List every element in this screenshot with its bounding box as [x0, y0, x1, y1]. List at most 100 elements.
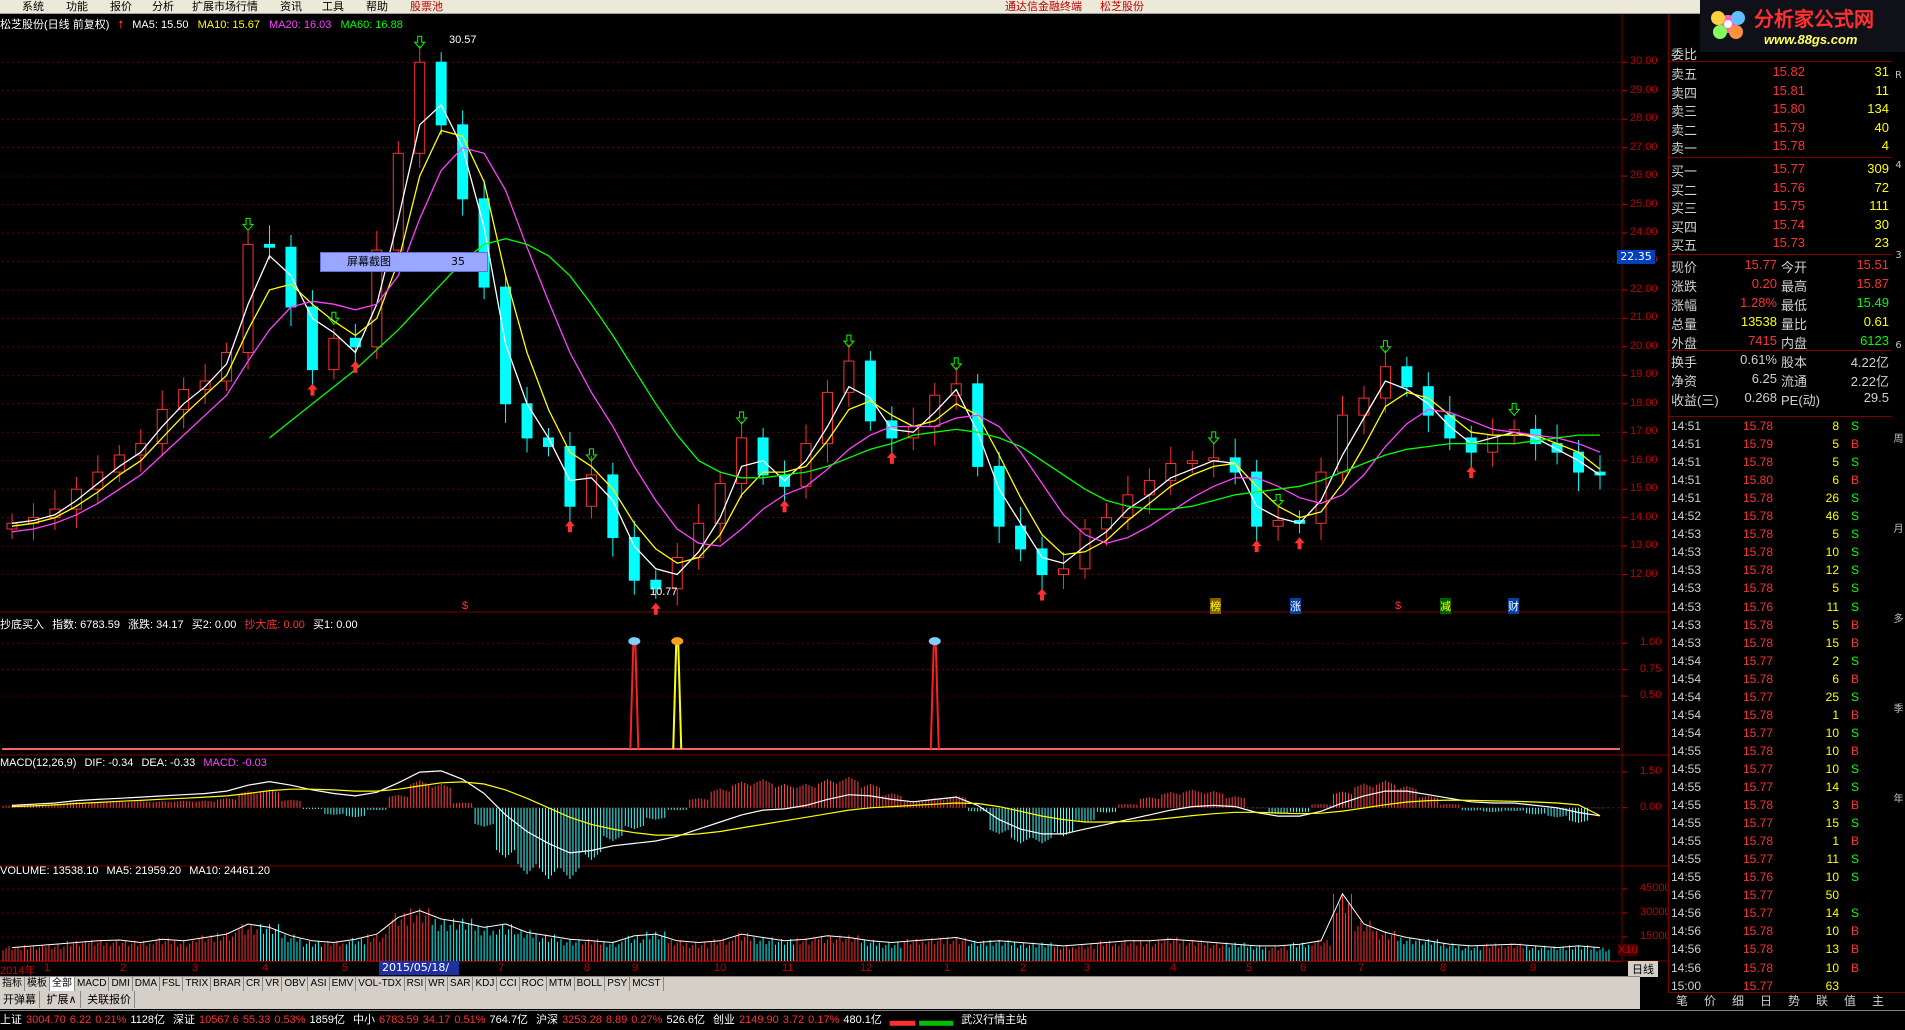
- indicator-tab[interactable]: 全部: [50, 977, 75, 991]
- ask-row[interactable]: 卖五 15.82 31: [1669, 64, 1891, 82]
- date-tick-label: 1: [944, 962, 951, 974]
- menu-ext-market[interactable]: 扩展市场行情: [192, 0, 258, 13]
- event-marker[interactable]: $: [462, 600, 468, 612]
- detail-value: 6.25: [1751, 371, 1777, 386]
- price-tick-label: 17.00: [1630, 425, 1658, 438]
- chart-area[interactable]: [0, 14, 1668, 1010]
- event-marker[interactable]: 榜: [1210, 598, 1221, 614]
- quote-panel-tab[interactable]: 笔: [1668, 993, 1696, 1010]
- indicator-tab[interactable]: EMV: [330, 977, 357, 991]
- macd-value: MACD: -0.03: [203, 757, 267, 769]
- signal-panel-title: 抄底买入 指数: 6783.59 涨跌: 34.17 买2: 0.00 抄大底:…: [0, 616, 363, 632]
- index-quote[interactable]: 上证 3004.70 6.22 0.21% 1128亿: [0, 1014, 169, 1026]
- side-toolbar-item[interactable]: 4: [1892, 160, 1905, 171]
- tick-row: 14:55 15.77 14 S: [1669, 780, 1891, 798]
- side-toolbar-item[interactable]: R: [1892, 70, 1905, 81]
- event-marker[interactable]: 减: [1440, 598, 1451, 614]
- detail-label: 涨幅: [1671, 298, 1698, 313]
- barrage-toggle[interactable]: 开弹幕: [0, 991, 40, 1008]
- tick-direction: S: [1851, 816, 1860, 831]
- quote-panel-tab[interactable]: 价: [1696, 993, 1724, 1010]
- menu-quote[interactable]: 报价: [110, 0, 132, 13]
- indicator-tab[interactable]: SAR: [448, 977, 474, 991]
- menu-stock-pool[interactable]: 股票池: [410, 0, 443, 13]
- indicator-tab[interactable]: CCI: [497, 977, 520, 991]
- indicator-tab[interactable]: KDJ: [473, 977, 498, 991]
- price-tick-label: 15.00: [1630, 482, 1658, 495]
- period-label[interactable]: 日线: [1628, 961, 1658, 977]
- indicator-tab[interactable]: FSL: [160, 977, 184, 991]
- volume-panel-title: VOLUME: 13538.10 MA5: 21959.20 MA10: 244…: [0, 865, 275, 877]
- bid-row[interactable]: 买一 15.77 309: [1669, 161, 1891, 179]
- side-toolbar-item[interactable]: 6: [1892, 340, 1905, 351]
- index-quote[interactable]: 深证 10567.6 55.33 0.53% 1859亿: [173, 1014, 349, 1026]
- candle: [500, 274, 512, 423]
- quote-panel-tab[interactable]: 势: [1780, 993, 1808, 1010]
- side-toolbar-item[interactable]: 年: [1892, 790, 1905, 805]
- indicator-tab[interactable]: PSY: [605, 977, 631, 991]
- indicator-tab[interactable]: OBV: [282, 977, 309, 991]
- side-toolbar-item[interactable]: 周: [1892, 430, 1905, 445]
- linked-quote-tab[interactable]: 关联报价: [84, 991, 136, 1008]
- event-marker[interactable]: 涨: [1290, 598, 1301, 614]
- bid-row[interactable]: 买五 15.73 23: [1669, 235, 1891, 253]
- indicator-tab[interactable]: TRIX: [183, 977, 212, 991]
- side-toolbar-item[interactable]: 月: [1892, 520, 1905, 535]
- index-quote[interactable]: 沪深 3253.28 8.89 0.27% 526.6亿: [536, 1014, 709, 1026]
- side-toolbar-item[interactable]: 季: [1892, 700, 1905, 715]
- ask-row[interactable]: 卖三 15.80 134: [1669, 101, 1891, 119]
- detail-value: 7415: [1748, 333, 1777, 348]
- indicator-tab[interactable]: WR: [426, 977, 448, 991]
- tick-time: 14:54: [1671, 725, 1702, 740]
- indicator-tab[interactable]: MACD: [75, 977, 110, 991]
- tick-direction: S: [1851, 455, 1860, 470]
- quote-panel-tab[interactable]: 值: [1836, 993, 1864, 1010]
- quote-panel-tab[interactable]: 日: [1752, 993, 1780, 1010]
- menu-system[interactable]: 系统: [22, 0, 44, 13]
- indicator-tab[interactable]: 模板: [25, 977, 50, 991]
- screenshot-tooltip[interactable]: 屏幕截图 35: [320, 252, 488, 272]
- index-quote[interactable]: 创业 2149.90 3.72 0.17% 480.1亿: [713, 1014, 886, 1026]
- event-marker[interactable]: $: [1395, 600, 1401, 612]
- menu-tools[interactable]: 工具: [322, 0, 344, 13]
- ask-row[interactable]: 卖二 15.79 40: [1669, 120, 1891, 138]
- bid-row[interactable]: 买三 15.75 111: [1669, 198, 1891, 216]
- quote-panel-tab[interactable]: 主: [1864, 993, 1892, 1010]
- indicator-tab[interactable]: VOL-TDX: [356, 977, 405, 991]
- side-toolbar-item[interactable]: 多: [1892, 610, 1905, 625]
- detail-label: 涨跌: [1671, 279, 1698, 294]
- quote-detail-row: 净资 6.25 流通 2.22亿: [1669, 371, 1891, 390]
- indicator-tab[interactable]: VR: [263, 977, 283, 991]
- menu-help[interactable]: 帮助: [366, 0, 388, 13]
- indicator-tab[interactable]: MCST: [630, 977, 664, 991]
- indicator-tab[interactable]: DMI: [109, 977, 133, 991]
- quote-panel-tab[interactable]: 联: [1808, 993, 1836, 1010]
- index-status-bar: 上证 3004.70 6.22 0.21% 1128亿 深证 10567.6 55.33 0.5…: [0, 1010, 1905, 1030]
- expand-toggle[interactable]: 扩展∧: [44, 991, 81, 1008]
- indicator-tab[interactable]: ASI: [308, 977, 330, 991]
- menu-analysis[interactable]: 分析: [152, 0, 174, 13]
- event-marker[interactable]: 财: [1508, 598, 1519, 614]
- indicator-tab[interactable]: BOLL: [575, 977, 606, 991]
- menu-function[interactable]: 功能: [66, 0, 88, 13]
- ask-row[interactable]: 卖四 15.81 11: [1669, 83, 1891, 101]
- bid-row[interactable]: 买四 15.74 30: [1669, 217, 1891, 235]
- bid-row[interactable]: 买二 15.76 72: [1669, 180, 1891, 198]
- indicator-tab[interactable]: MTM: [547, 977, 575, 991]
- indicator-tab[interactable]: BRAR: [211, 977, 244, 991]
- tick-direction: B: [1851, 924, 1860, 939]
- quote-panel-tab[interactable]: 细: [1724, 993, 1752, 1010]
- ask-row[interactable]: 卖一 15.78 4: [1669, 138, 1891, 156]
- server-host[interactable]: 武汉行情主站: [961, 1014, 1027, 1026]
- tick-time: 14:55: [1671, 816, 1702, 831]
- side-toolbar-item[interactable]: 3: [1892, 250, 1905, 261]
- indicator-tab[interactable]: DMA: [133, 977, 161, 991]
- index-quote[interactable]: 中小 6783.59 34.17 0.51% 764.7亿: [353, 1014, 532, 1026]
- indicator-tab[interactable]: 指标: [0, 977, 25, 991]
- indicator-tab[interactable]: RSI: [405, 977, 427, 991]
- tick-direction: S: [1851, 653, 1860, 668]
- menu-news[interactable]: 资讯: [280, 0, 302, 13]
- indicator-tab[interactable]: ROC: [520, 977, 547, 991]
- indicator-tab[interactable]: CR: [244, 977, 264, 991]
- tick-price: 15.78: [1742, 491, 1773, 506]
